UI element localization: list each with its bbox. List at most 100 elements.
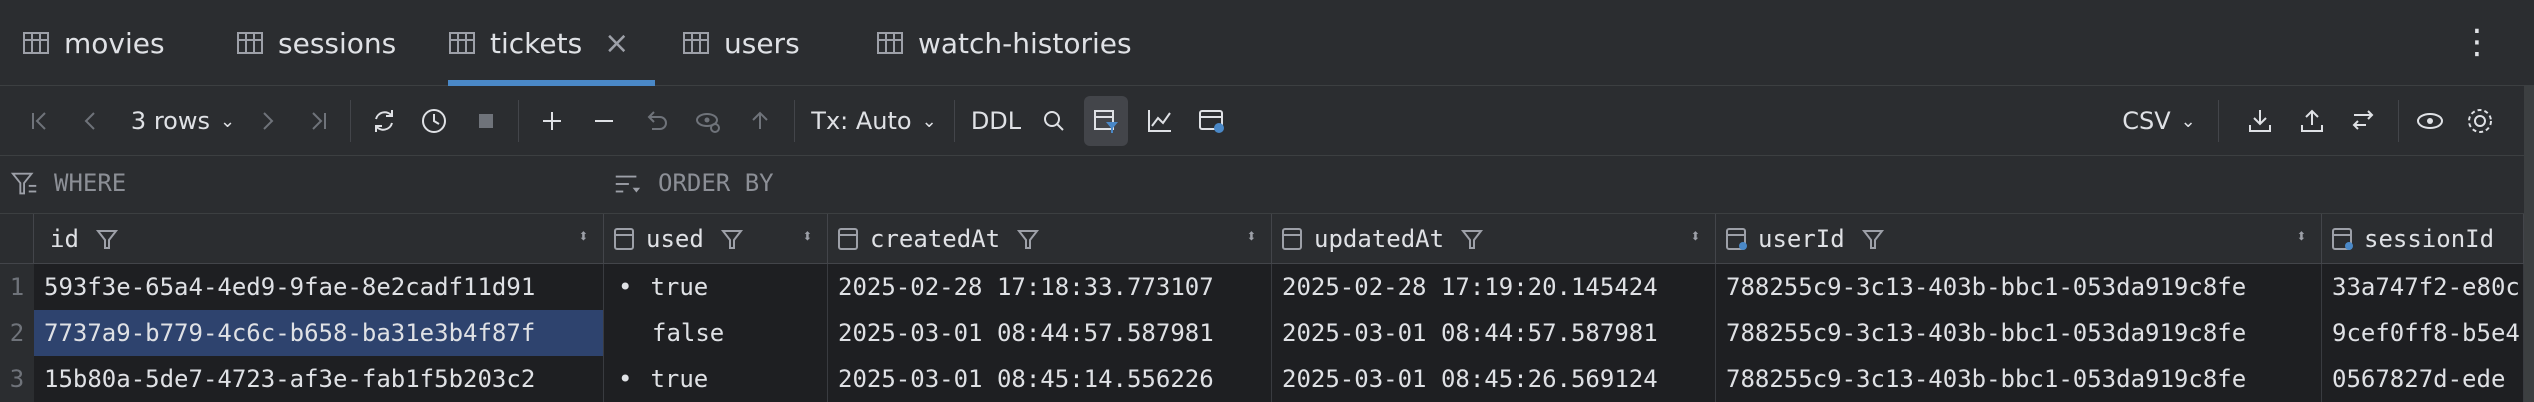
- cell-used[interactable]: false: [604, 310, 828, 356]
- sort-arrows-icon[interactable]: ⬍: [578, 226, 589, 247]
- toolbar-separator: [350, 100, 351, 142]
- foreign-key-column-icon: [1726, 227, 1747, 250]
- revert-icon[interactable]: [636, 86, 676, 156]
- row-count-dropdown[interactable]: 3 rows ⌄: [128, 86, 238, 156]
- submit-icon[interactable]: [740, 86, 780, 156]
- cell-updatedat[interactable]: 2025-03-01 08:44:57.587981: [1272, 310, 1716, 356]
- clock-icon[interactable]: [414, 86, 454, 156]
- column-label: userId: [1758, 224, 1845, 253]
- ddl-label: DDL: [970, 107, 1022, 135]
- more-vertical-icon[interactable]: ⋮: [2460, 22, 2494, 62]
- tab-label: sessions: [278, 26, 397, 60]
- first-page-icon[interactable]: [20, 86, 60, 156]
- filter-icon[interactable]: [1016, 227, 1040, 251]
- filter-icon[interactable]: [1861, 227, 1885, 251]
- tab-label: movies: [64, 26, 165, 60]
- cell-used[interactable]: • true: [604, 264, 828, 310]
- compare-icon[interactable]: [2344, 86, 2384, 156]
- add-row-icon[interactable]: [532, 86, 572, 156]
- cell-createdat[interactable]: 2025-02-28 17:18:33.773107: [828, 264, 1272, 310]
- filter-icon[interactable]: [95, 227, 119, 251]
- download-icon[interactable]: [2240, 86, 2280, 156]
- cell-id[interactable]: 593f3e-65a4-4ed9-9fae-8e2cadf11d91: [34, 264, 604, 310]
- cell-used[interactable]: • true: [604, 356, 828, 402]
- cell-createdat[interactable]: 2025-03-01 08:44:57.587981: [828, 310, 1272, 356]
- table-icon: [877, 32, 903, 54]
- tab-movies[interactable]: movies: [22, 0, 165, 86]
- column-header-sessionid[interactable]: sessionId: [2322, 214, 2524, 264]
- last-page-icon[interactable]: [298, 86, 338, 156]
- cell-value: false: [652, 319, 725, 347]
- chevron-down-icon: ⌄: [921, 110, 937, 132]
- chevron-down-icon: ⌄: [219, 110, 236, 132]
- table-icon: [449, 32, 475, 54]
- row-count-label: 3 rows: [130, 107, 210, 135]
- cell-value: true: [650, 365, 709, 393]
- export-format-label: CSV: [2122, 107, 2171, 135]
- export-format-dropdown[interactable]: CSV ⌄: [2114, 86, 2204, 156]
- tab-label: users: [724, 26, 800, 60]
- delete-row-icon[interactable]: [584, 86, 624, 156]
- cell-sessionid[interactable]: 9cef0ff8-b5e4: [2322, 310, 2524, 356]
- filter-icon[interactable]: [1460, 227, 1484, 251]
- column-label: id: [50, 224, 79, 253]
- data-view-settings-icon[interactable]: [1192, 86, 1232, 156]
- search-icon[interactable]: [1034, 86, 1074, 156]
- column-header-used[interactable]: used ⬍: [604, 214, 828, 264]
- tab-users[interactable]: users: [682, 0, 800, 86]
- cell-sessionid[interactable]: 33a747f2-e80c: [2322, 264, 2524, 310]
- refresh-icon[interactable]: [364, 86, 404, 156]
- sort-arrows-icon[interactable]: ⬍: [2296, 226, 2307, 247]
- column-header-createdat[interactable]: createdAt ⬍: [828, 214, 1272, 264]
- sort-arrows-icon[interactable]: ⬍: [802, 226, 813, 247]
- cell-userid[interactable]: 788255c9-3c13-403b-bbc1-053da919c8fe: [1716, 356, 2322, 402]
- editor-tab-bar: movies sessions tickets × users watch-hi…: [0, 0, 2534, 86]
- row-number[interactable]: 2: [0, 310, 34, 356]
- next-page-icon[interactable]: [248, 86, 288, 156]
- column-header-id[interactable]: id ⬍: [34, 214, 604, 264]
- cell-id[interactable]: 15b80a-5de7-4723-af3e-fab1f5b203c2: [34, 356, 604, 402]
- previous-page-icon[interactable]: [70, 86, 110, 156]
- upload-icon[interactable]: [2292, 86, 2332, 156]
- cell-id-selected[interactable]: 7737a9-b779-4c6c-b658-ba31e3b4f87f: [34, 310, 604, 356]
- column-label: updatedAt: [1314, 224, 1445, 253]
- toolbar-separator: [2218, 100, 2219, 142]
- cell-userid[interactable]: 788255c9-3c13-403b-bbc1-053da919c8fe: [1716, 310, 2322, 356]
- ddl-button[interactable]: DDL: [966, 86, 1026, 156]
- table-icon: [237, 32, 263, 54]
- stop-icon[interactable]: [466, 86, 506, 156]
- preview-changes-icon[interactable]: [688, 86, 728, 156]
- column-header-userid[interactable]: userId ⬍: [1716, 214, 2322, 264]
- tab-sessions[interactable]: sessions: [236, 0, 396, 86]
- close-icon[interactable]: ×: [604, 26, 629, 61]
- cell-userid[interactable]: 788255c9-3c13-403b-bbc1-053da919c8fe: [1716, 264, 2322, 310]
- cell-createdat[interactable]: 2025-03-01 08:45:14.556226: [828, 356, 1272, 402]
- row-number[interactable]: 1: [0, 264, 34, 310]
- sort-icon[interactable]: [612, 169, 642, 199]
- row-number[interactable]: 3: [0, 356, 34, 402]
- cell-updatedat[interactable]: 2025-02-28 17:19:20.145424: [1272, 264, 1716, 310]
- toolbar-separator: [954, 100, 955, 142]
- toolbar-separator: [2398, 100, 2399, 142]
- vertical-scrollbar[interactable]: [2524, 86, 2534, 402]
- cell-updatedat[interactable]: 2025-03-01 08:45:26.569124: [1272, 356, 1716, 402]
- transaction-mode-dropdown[interactable]: Tx: Auto ⌄: [808, 86, 940, 156]
- order-by-input[interactable]: ORDER BY: [658, 169, 774, 197]
- filter-toggle-icon[interactable]: [1084, 96, 1128, 146]
- where-filter-input[interactable]: WHERE: [54, 169, 126, 197]
- sort-arrows-icon[interactable]: ⬍: [1246, 226, 1257, 247]
- tab-tickets[interactable]: tickets ×: [448, 0, 656, 86]
- eye-icon[interactable]: [2410, 86, 2450, 156]
- column-label: used: [646, 224, 704, 253]
- column-header-updatedat[interactable]: updatedAt ⬍: [1272, 214, 1716, 264]
- filter-icon[interactable]: [720, 227, 744, 251]
- chart-icon[interactable]: [1140, 86, 1180, 156]
- cell-sessionid[interactable]: 0567827d-ede: [2322, 356, 2524, 402]
- filter-icon[interactable]: [10, 169, 40, 199]
- tab-watch-histories[interactable]: watch-histories: [876, 0, 1132, 86]
- transaction-mode-label: Tx: Auto: [811, 107, 912, 135]
- gear-icon[interactable]: [2460, 86, 2500, 156]
- sort-arrows-icon[interactable]: ⬍: [1690, 226, 1701, 247]
- table-icon: [683, 32, 709, 54]
- where-label: WHERE: [54, 169, 127, 197]
